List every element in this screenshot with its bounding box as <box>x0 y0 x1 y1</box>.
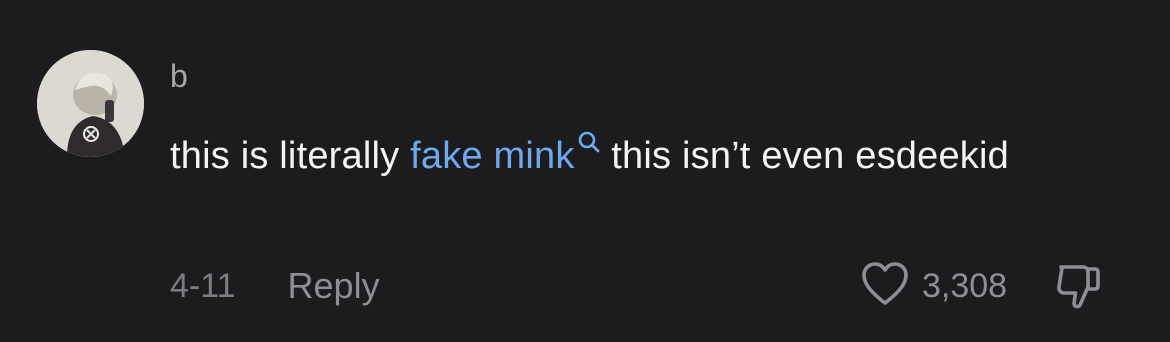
search-icon <box>577 112 601 153</box>
comment-text-after: this isn’t even esdeekid <box>600 135 1009 177</box>
reply-button[interactable]: Reply <box>288 265 380 307</box>
comment-text-before: this is literally <box>170 135 411 177</box>
search-link-label: fake mink <box>410 135 575 177</box>
like-button[interactable]: 3,308 <box>860 261 1007 312</box>
comment-username[interactable]: b <box>170 56 188 96</box>
heart-icon <box>860 261 910 312</box>
dislike-button[interactable] <box>1053 261 1103 311</box>
comment-item: b this is literally fake mink this isn’t… <box>0 0 1170 342</box>
avatar-image <box>37 50 144 157</box>
thumbs-down-icon <box>1053 261 1103 311</box>
like-count: 3,308 <box>922 266 1008 305</box>
avatar[interactable] <box>37 50 144 157</box>
search-link[interactable]: fake mink <box>410 131 600 177</box>
comment-meta: 4-11 Reply <box>170 262 380 310</box>
comment-body: this is literally fake mink this isn’t e… <box>170 112 1070 186</box>
comment-date: 4-11 <box>170 266 236 305</box>
comment-actions: 3,308 <box>860 261 1103 312</box>
